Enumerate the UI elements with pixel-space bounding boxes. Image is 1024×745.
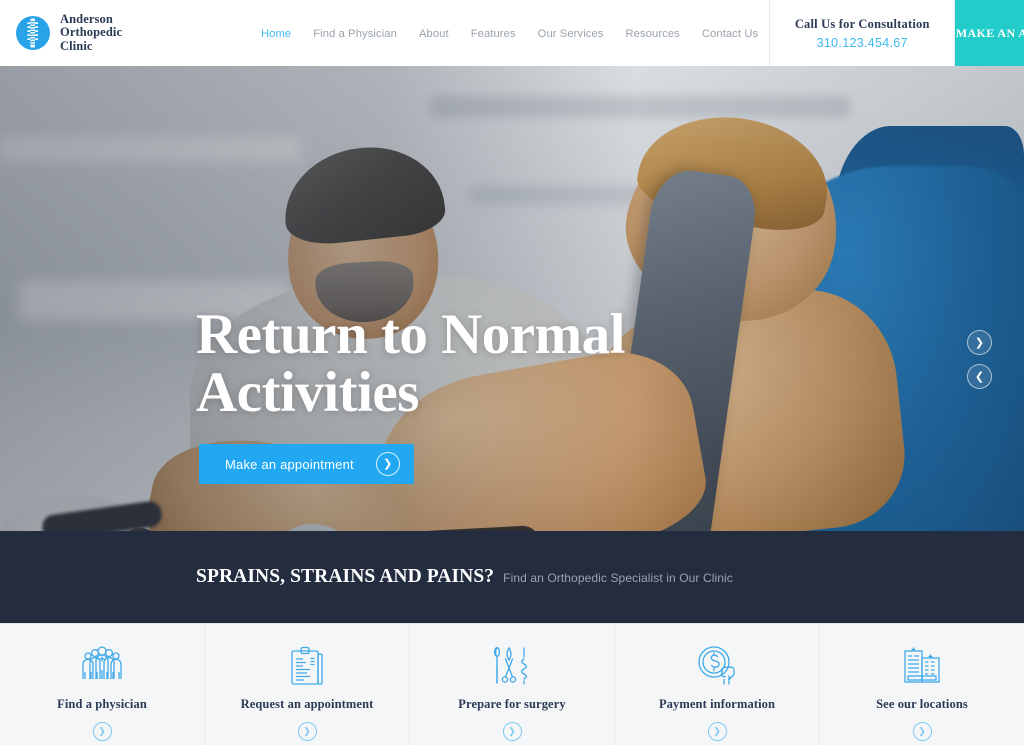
nav-item-home[interactable]: Home — [250, 28, 302, 40]
slider-controls: ❯ ❮ — [967, 330, 992, 389]
phone-number[interactable]: 310.123.454.67 — [817, 36, 908, 50]
quick-links-row: Find a physician ❯ Request an appointmen… — [0, 623, 1024, 745]
chevron-left-icon[interactable]: ❮ — [967, 364, 992, 389]
nav-item-find-a-physician[interactable]: Find a Physician — [302, 28, 408, 40]
consultation-callbox: Call Us for Consultation 310.123.454.67 — [769, 0, 956, 66]
hero-cta-label: Make an appointment — [225, 456, 354, 472]
feature-label: Find a physician — [57, 697, 147, 711]
hero-title: Return to Normal Activities — [196, 303, 625, 424]
chevron-right-icon[interactable]: ❯ — [967, 330, 992, 355]
site-header: Anderson Orthopedic Clinic Home Find a P… — [0, 0, 1024, 66]
logo-line-2: Orthopedic — [60, 25, 123, 40]
surgical-tools-icon — [491, 644, 533, 688]
feature-payment-information[interactable]: Payment information ❯ — [615, 624, 820, 745]
nav-item-resources[interactable]: Resources — [615, 28, 691, 40]
hero-make-an-appointment-button[interactable]: Make an appointment ❯ — [199, 444, 414, 484]
banner-headline: SPRAINS, STRAINS AND PAINS? — [196, 566, 495, 587]
feature-request-an-appointment[interactable]: Request an appointment ❯ — [205, 624, 410, 745]
feature-see-our-locations[interactable]: See our locations ❯ — [820, 624, 1024, 745]
logo-text: Anderson Orthopedic Clinic — [60, 11, 123, 54]
feature-find-a-physician[interactable]: Find a physician ❯ — [0, 624, 205, 745]
spine-logo-icon — [14, 14, 52, 52]
logo-line-1: Anderson — [60, 11, 113, 26]
feature-label: Request an appointment — [240, 697, 374, 711]
nav-item-about[interactable]: About — [408, 28, 460, 40]
chevron-down-icon[interactable]: ❯ — [502, 722, 522, 741]
call-label: Call Us for Consultation — [794, 16, 930, 31]
feature-label: Prepare for surgery — [458, 697, 566, 711]
chevron-down-icon[interactable]: ❯ — [297, 722, 317, 741]
logo-line-3: Clinic — [60, 38, 93, 53]
banner-text-group: SPRAINS, STRAINS AND PAINS? Find an Orth… — [196, 566, 733, 588]
arrow-right-icon: ❯ — [375, 452, 400, 476]
nav-item-features[interactable]: Features — [460, 28, 527, 40]
clipboard-icon — [287, 644, 327, 688]
dollar-coin-hand-icon — [695, 644, 739, 688]
hero-slider: Return to Normal Activities Make an appo… — [0, 66, 1024, 531]
hospital-building-icon — [900, 644, 944, 688]
cta-banner: SPRAINS, STRAINS AND PAINS? Find an Orth… — [0, 531, 1024, 623]
nav-item-our-services[interactable]: Our Services — [527, 28, 615, 40]
logo[interactable]: Anderson Orthopedic Clinic — [0, 0, 250, 66]
feature-prepare-for-surgery[interactable]: Prepare for surgery ❯ — [410, 624, 615, 745]
feature-label: See our locations — [876, 697, 968, 711]
make-an-appointment-button[interactable]: MAKE AN APPOINTMENT — [955, 0, 1024, 66]
nav-item-contact-us[interactable]: Contact Us — [691, 28, 769, 40]
feature-label: Payment information — [658, 697, 776, 711]
group-of-doctors-icon — [80, 644, 124, 688]
banner-subtext: Find an Orthopedic Specialist in Our Cli… — [503, 571, 733, 585]
chevron-down-icon[interactable]: ❯ — [92, 722, 112, 741]
chevron-down-icon[interactable]: ❯ — [912, 722, 932, 741]
chevron-down-icon[interactable]: ❯ — [707, 722, 727, 741]
main-navigation: Home Find a Physician About Features Our… — [250, 0, 769, 66]
